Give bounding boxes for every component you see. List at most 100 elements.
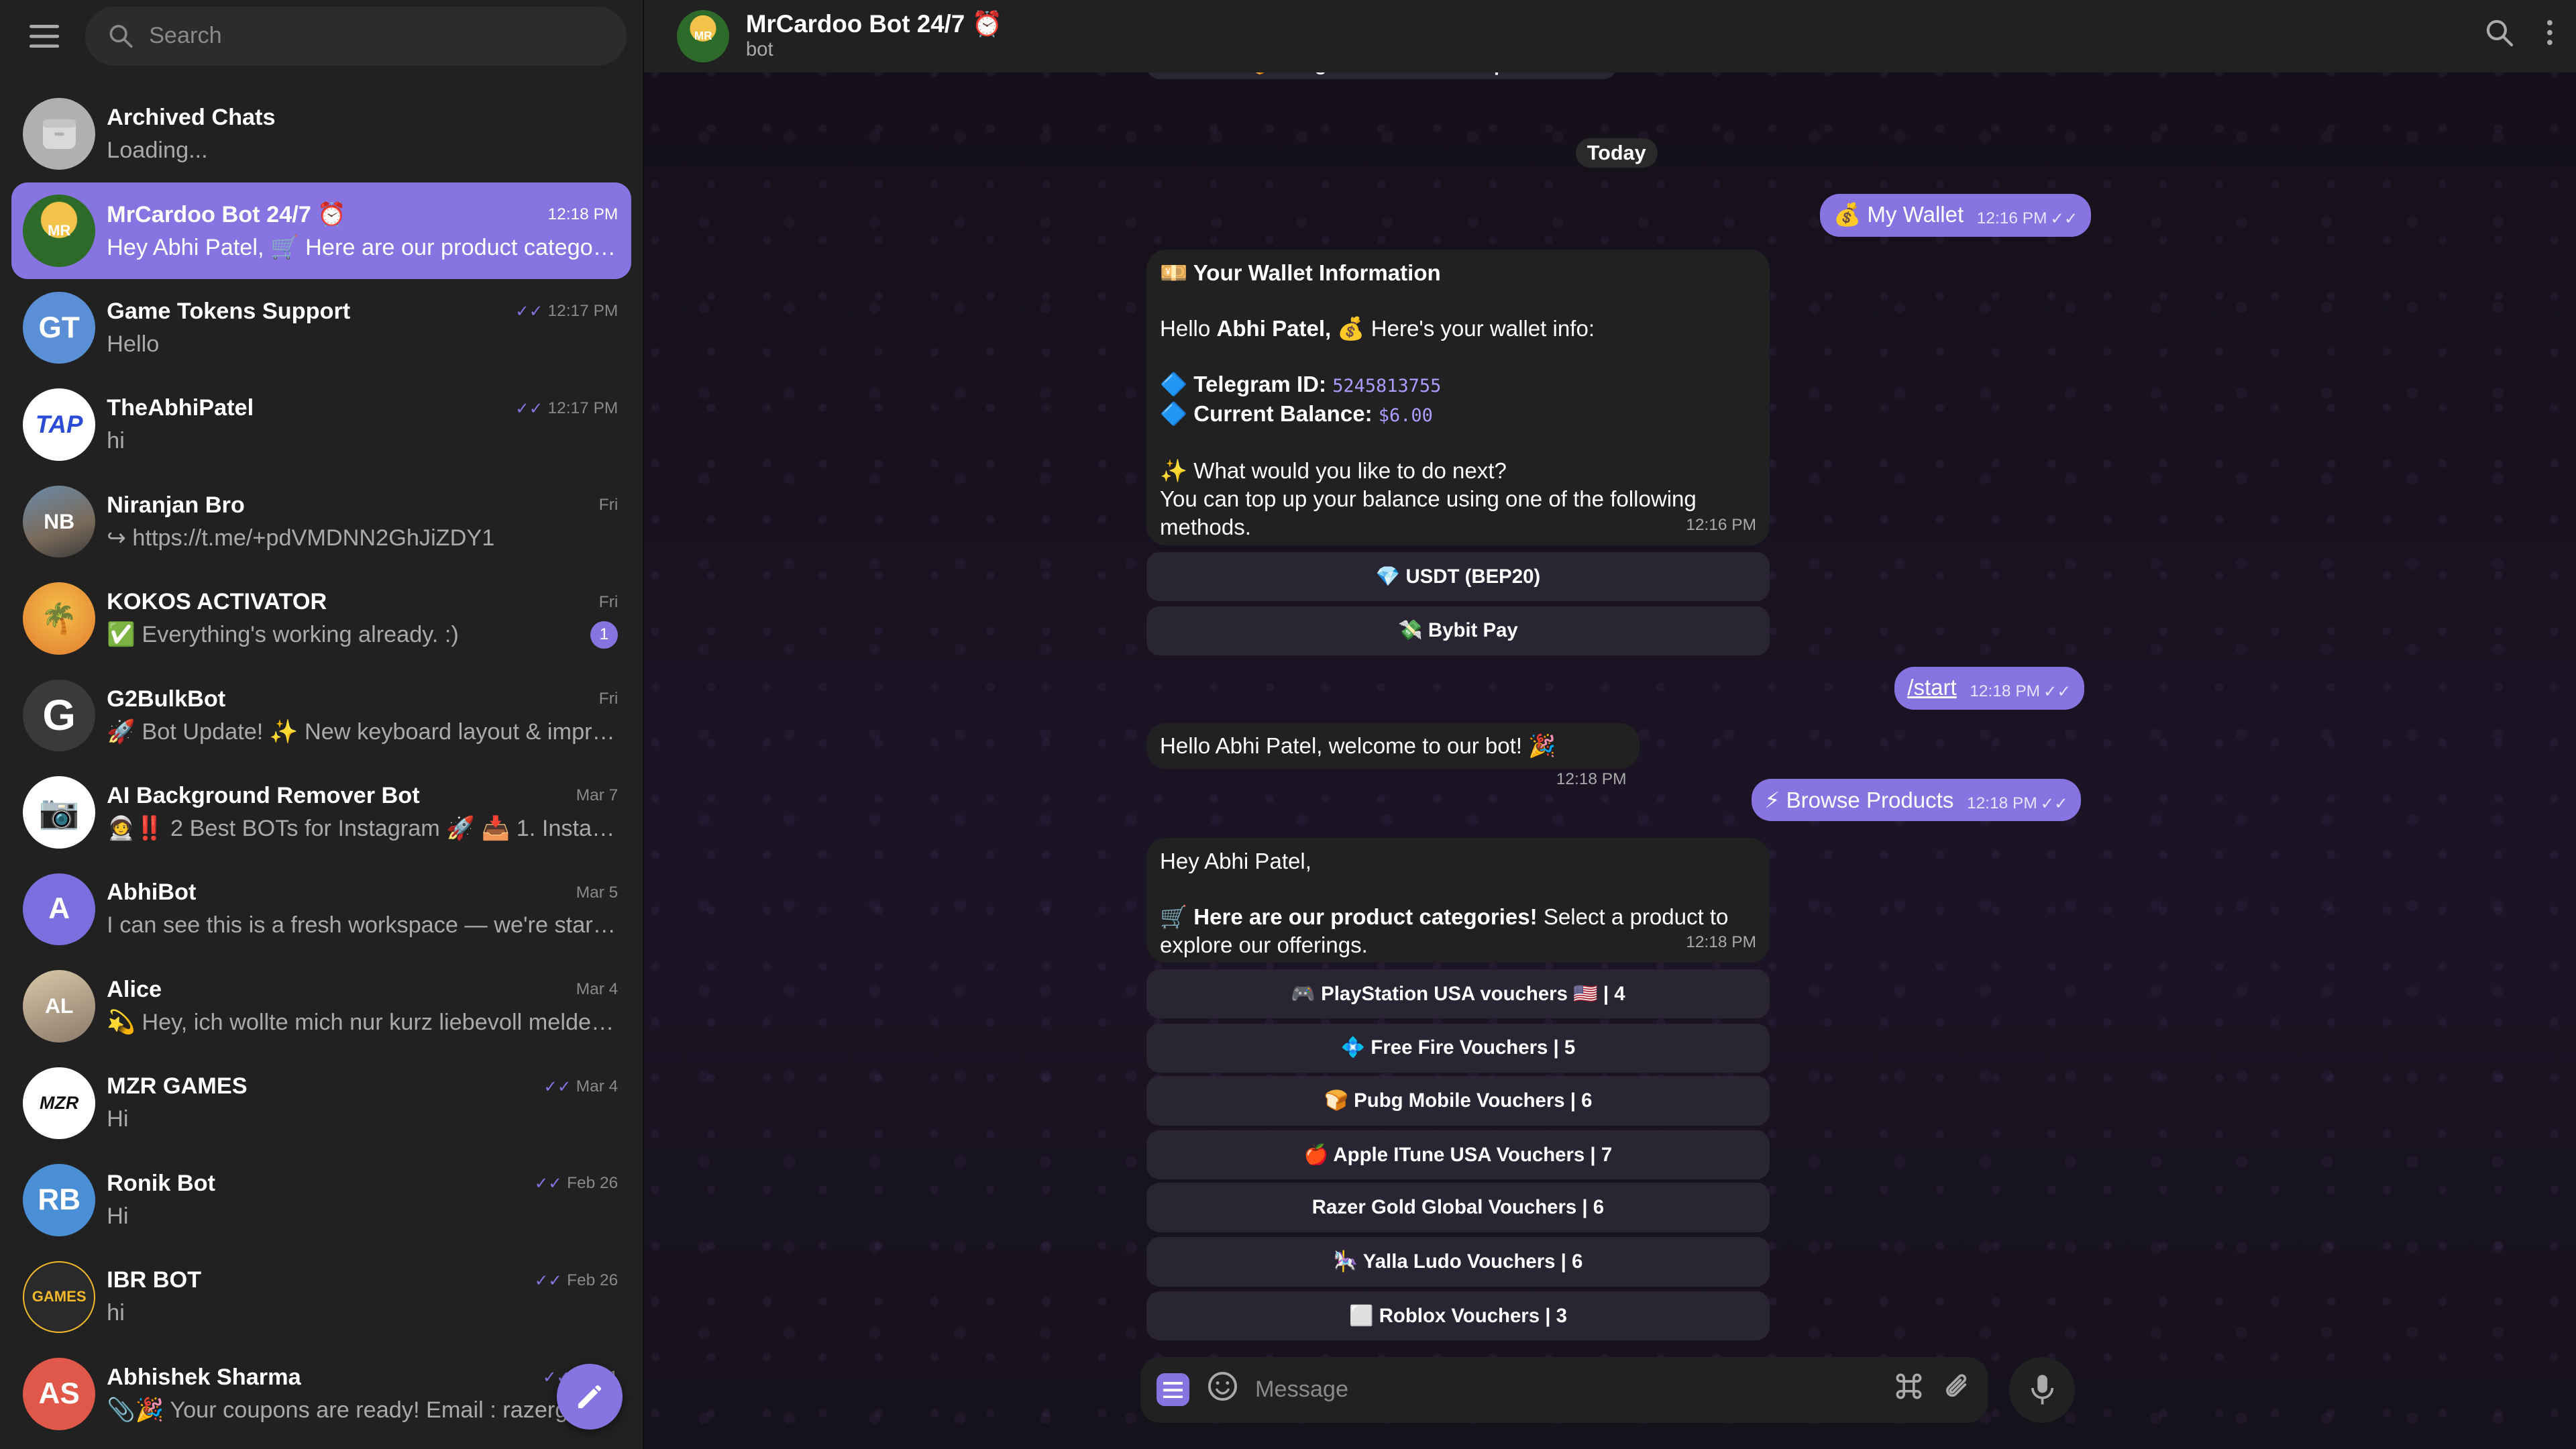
chat-item-abhishek[interactable]: AS Abhishek Sharma✓✓Nov 1 📎🎉 Your coupon… — [11, 1346, 631, 1442]
chat-item-alice[interactable]: AL Alice Mar 4 💫 Hey, ich wollte mich nur… — [11, 958, 631, 1055]
chat-item-ronik-bot[interactable]: RB Ronik Bot ✓✓ Feb 26 Hi — [11, 1152, 631, 1248]
attach-button[interactable] — [1942, 1370, 1972, 1409]
chat-name: MZR GAMES — [107, 1073, 248, 1099]
categories-greeting: Hey Abhi Patel, — [1159, 849, 1311, 874]
search-icon — [2487, 19, 2514, 47]
more-options-button[interactable] — [2546, 19, 2553, 52]
start-command-link[interactable]: /start — [1907, 676, 1956, 701]
menu-button[interactable] — [23, 15, 66, 58]
chat-item-kokos[interactable]: 🌴 KOKOS ACTIVATOR Fri ✅ Everything's work… — [11, 570, 631, 667]
chat-header[interactable]: MR MrCardoo Bot 24/7 ⏰ bot — [644, 0, 2576, 72]
chat-item-niranjan[interactable]: NB Niranjan Bro Fri ↪ https://t.me/+pdVMD… — [11, 473, 631, 570]
chat-name: AI Background Remover Bot — [107, 782, 420, 808]
wallet-greeting: Hello Abhi Patel, 💰 Here's your wallet i… — [1159, 317, 1595, 342]
bot-menu-button[interactable] — [1157, 1373, 1190, 1407]
chat-list: Archived Chats Loading... MR MrCardoo Bo… — [0, 85, 643, 1442]
chat-preview: Hello — [107, 331, 160, 357]
chat-preview: I can see this is a fresh workspace — we… — [107, 912, 619, 938]
chat-item-mrcardoo[interactable]: MR MrCardoo Bot 24/7 ⏰ 12:18 PM Hey Abhi … — [11, 182, 631, 280]
avatar: AS — [23, 1358, 96, 1430]
read-checks-icon: ✓✓ — [2040, 794, 2068, 813]
chat-time: 12:17 PM — [547, 302, 619, 321]
chat-item-g2bulkbot[interactable]: G G2BulkBot Fri 🚀 Bot Update! ✨ New keybo… — [11, 667, 631, 763]
chat-name: Alice — [107, 976, 162, 1002]
message-composer — [1140, 1356, 1988, 1423]
unread-badge: 1 — [590, 621, 619, 649]
chat-item-abhibot[interactable]: A AbhiBot Mar 5 I can see this is a fresh… — [11, 861, 631, 957]
command-icon — [1896, 1373, 1922, 1399]
category-button-playstation[interactable]: 🎮 PlayStation USA vouchers 🇺🇸 | 4 — [1146, 969, 1770, 1019]
emoji-button[interactable] — [1206, 1370, 1239, 1409]
balance-line: 🔷 Current Balance: $6.00 — [1159, 402, 1433, 427]
category-button-apple-itunes[interactable]: 🍎 Apple ITune USA Vouchers | 7 — [1146, 1130, 1770, 1180]
sidebar-top-bar — [0, 0, 643, 72]
chat-time: Fri — [598, 592, 619, 611]
search-box[interactable] — [85, 6, 627, 66]
chat-time: Fri — [598, 496, 619, 515]
chat-preview: 📎🎉 Your coupons are ready! Email : razer… — [107, 1397, 619, 1424]
chat-preview: 💫 Hey, ich wollte mich nur kurz liebevol… — [107, 1010, 619, 1036]
welcome-message[interactable]: Hello Abhi Patel, welcome to our bot! 🎉 … — [1146, 722, 1640, 788]
chat-name: G2BulkBot — [107, 686, 226, 712]
chat-preview: Hi — [107, 1203, 129, 1229]
category-button-yalla-ludo[interactable]: 🎠 Yalla Ludo Vouchers | 6 — [1146, 1237, 1770, 1287]
paperclip-icon — [1945, 1374, 1966, 1397]
chat-name: Game Tokens Support — [107, 298, 351, 324]
read-checks-icon: ✓✓ — [515, 303, 543, 321]
chat-preview: hi — [107, 1300, 125, 1326]
archive-avatar — [23, 97, 96, 170]
header-search-button[interactable] — [2485, 19, 2514, 54]
category-button-free-fire[interactable]: 💠 Free Fire Vouchers | 5 — [1146, 1023, 1770, 1073]
chat-preview: Loading... — [107, 137, 208, 163]
message-time: 12:18 PM — [1970, 682, 2041, 700]
voice-message-button[interactable] — [2009, 1356, 2076, 1423]
chat-name: MrCardoo Bot 24/7 ⏰ — [107, 201, 346, 227]
chat-time: Mar 5 — [576, 883, 619, 902]
category-button-pubg[interactable]: 🍞 Pubg Mobile Vouchers | 6 — [1146, 1076, 1770, 1126]
chat-sidebar: Archived Chats Loading... MR MrCardoo Bo… — [0, 0, 644, 1449]
chat-time: Feb 26 — [567, 1271, 619, 1289]
outgoing-message[interactable]: ⚡ Browse Products 12:18 PM ✓✓ — [1751, 778, 2082, 822]
categories-message[interactable]: Hey Abhi Patel, 🛒 Here are our product c… — [1146, 837, 1770, 963]
avatar: GAMES — [23, 1260, 96, 1334]
chat-time: Fri — [598, 690, 619, 708]
header-avatar[interactable]: MR — [676, 9, 730, 63]
message-input[interactable] — [1254, 1377, 1876, 1403]
chat-item-theabhipatel[interactable]: TAP TheAbhiPatel ✓✓ 12:17 PM hi — [11, 376, 631, 473]
chat-preview: 🧑‍🚀‼️ 2 Best BOTs for Instagram 🚀 📥 1. I… — [107, 816, 619, 842]
smile-icon — [1208, 1372, 1237, 1401]
new-chat-button[interactable] — [557, 1363, 623, 1430]
outgoing-message[interactable]: 💰 My Wallet 12:16 PM ✓✓ — [1820, 193, 2091, 237]
balance-value[interactable]: $6.00 — [1379, 405, 1433, 426]
message-list: 🎁 Pubg Mobile Vouchers | 6 Today 💰 My Wa… — [644, 49, 2576, 1350]
message-text: ⚡ Browse Products — [1764, 788, 1954, 813]
more-vertical-icon — [2546, 20, 2553, 46]
avatar: GT — [23, 291, 96, 364]
outgoing-message[interactable]: /start 12:18 PM ✓✓ — [1894, 667, 2084, 710]
avatar: 📷 — [23, 776, 96, 849]
chat-name: KOKOS ACTIVATOR — [107, 589, 327, 615]
telegram-id-value[interactable]: 5245813755 — [1332, 376, 1441, 396]
chat-item-mzr-games[interactable]: MZR MZR GAMES ✓✓ Mar 4 Hi — [11, 1055, 631, 1151]
avatar: 🌴 — [23, 582, 96, 655]
message-time: 12:16 PM — [1686, 515, 1756, 534]
message-time: 12:18 PM — [1966, 794, 2037, 812]
chat-name: TheAbhiPatel — [107, 395, 254, 421]
avatar: RB — [23, 1164, 96, 1236]
avatar: G — [23, 679, 96, 752]
wallet-info-message[interactable]: 💴 Your Wallet Information Hello Abhi Pat… — [1146, 250, 1770, 546]
chat-title: MrCardoo Bot 24/7 ⏰ — [745, 9, 1003, 38]
chat-preview: hi — [107, 428, 125, 454]
chat-item-ai-bg-remover[interactable]: 📷 AI Background Remover Bot Mar 7 🧑‍🚀‼️ 2… — [11, 764, 631, 861]
chat-item-archived[interactable]: Archived Chats Loading... — [11, 85, 631, 182]
search-input[interactable] — [149, 23, 604, 50]
category-button-roblox[interactable]: ⬜ Roblox Vouchers | 3 — [1146, 1291, 1770, 1341]
category-button-razer-gold[interactable]: Razer Gold Global Vouchers | 6 — [1146, 1183, 1770, 1232]
bot-commands-button[interactable] — [1892, 1370, 1925, 1409]
chat-time: Mar 4 — [576, 1077, 619, 1095]
avatar: TAP — [23, 388, 96, 461]
usdt-button[interactable]: 💎 USDT (BEP20) — [1146, 551, 1770, 602]
chat-item-game-tokens[interactable]: GT Game Tokens Support ✓✓ 12:17 PM Hello — [11, 279, 631, 376]
bybit-pay-button[interactable]: 💸 Bybit Pay — [1146, 606, 1770, 656]
chat-item-ibr-bot[interactable]: GAMES IBR BOT ✓✓ Feb 26 hi — [11, 1248, 631, 1345]
